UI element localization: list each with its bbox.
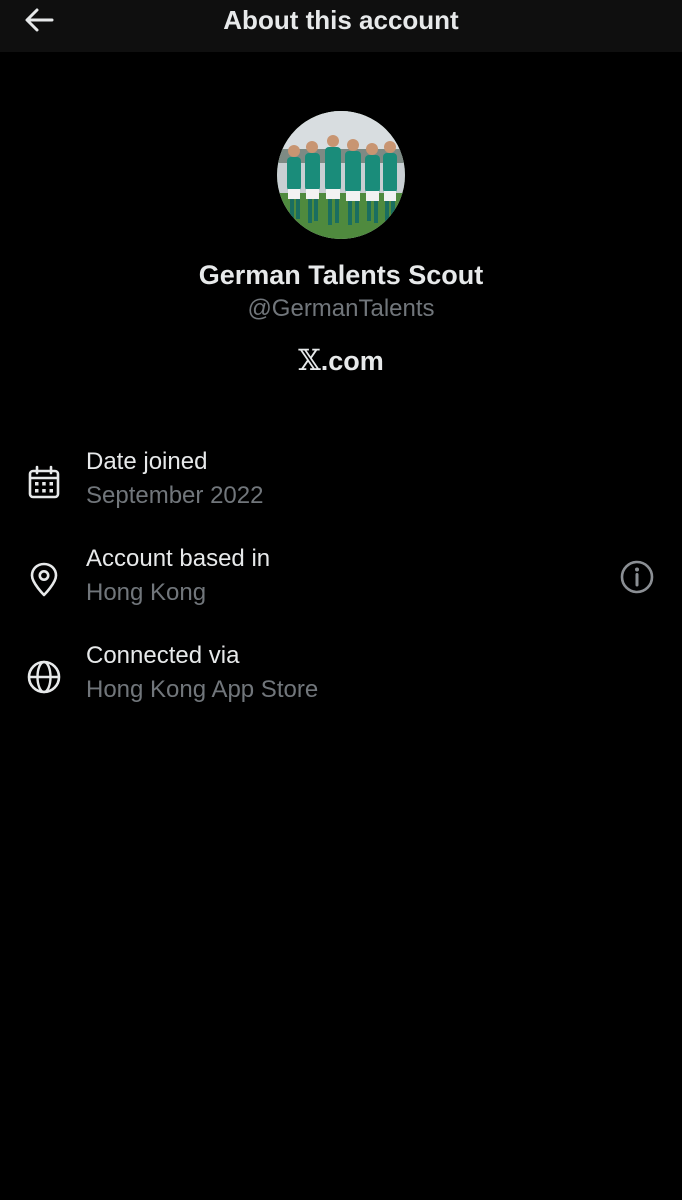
location-pin-icon bbox=[30, 562, 58, 597]
account-based-in-label: Account based in bbox=[86, 545, 271, 572]
platform-label: 𝕏.com bbox=[0, 342, 682, 379]
x-logo-glyph: 𝕏 bbox=[298, 343, 321, 377]
account-based-in-row: Account based in Hong Kong bbox=[0, 543, 682, 623]
date-joined-label: Date joined bbox=[86, 448, 208, 475]
info-icon[interactable] bbox=[619, 559, 655, 595]
date-joined-value: September 2022 bbox=[86, 482, 264, 509]
globe-icon bbox=[27, 660, 61, 694]
display-name: German Talents Scout bbox=[198, 260, 484, 290]
top-bar: About this account bbox=[0, 0, 682, 52]
team-photo-avatar bbox=[277, 111, 405, 239]
avatar[interactable] bbox=[277, 111, 405, 239]
connected-via-label: Connected via bbox=[86, 642, 240, 669]
calendar-icon bbox=[28, 465, 60, 499]
connected-via-row: Connected via Hong Kong App Store bbox=[0, 640, 682, 720]
platform-domain: .com bbox=[320, 346, 384, 376]
account-based-in-value: Hong Kong bbox=[86, 579, 207, 606]
account-handle: @GermanTalents bbox=[247, 295, 435, 322]
page-title: About this account bbox=[223, 5, 459, 35]
connected-via-value: Hong Kong App Store bbox=[86, 676, 319, 703]
date-joined-row: Date joined September 2022 bbox=[0, 446, 682, 526]
